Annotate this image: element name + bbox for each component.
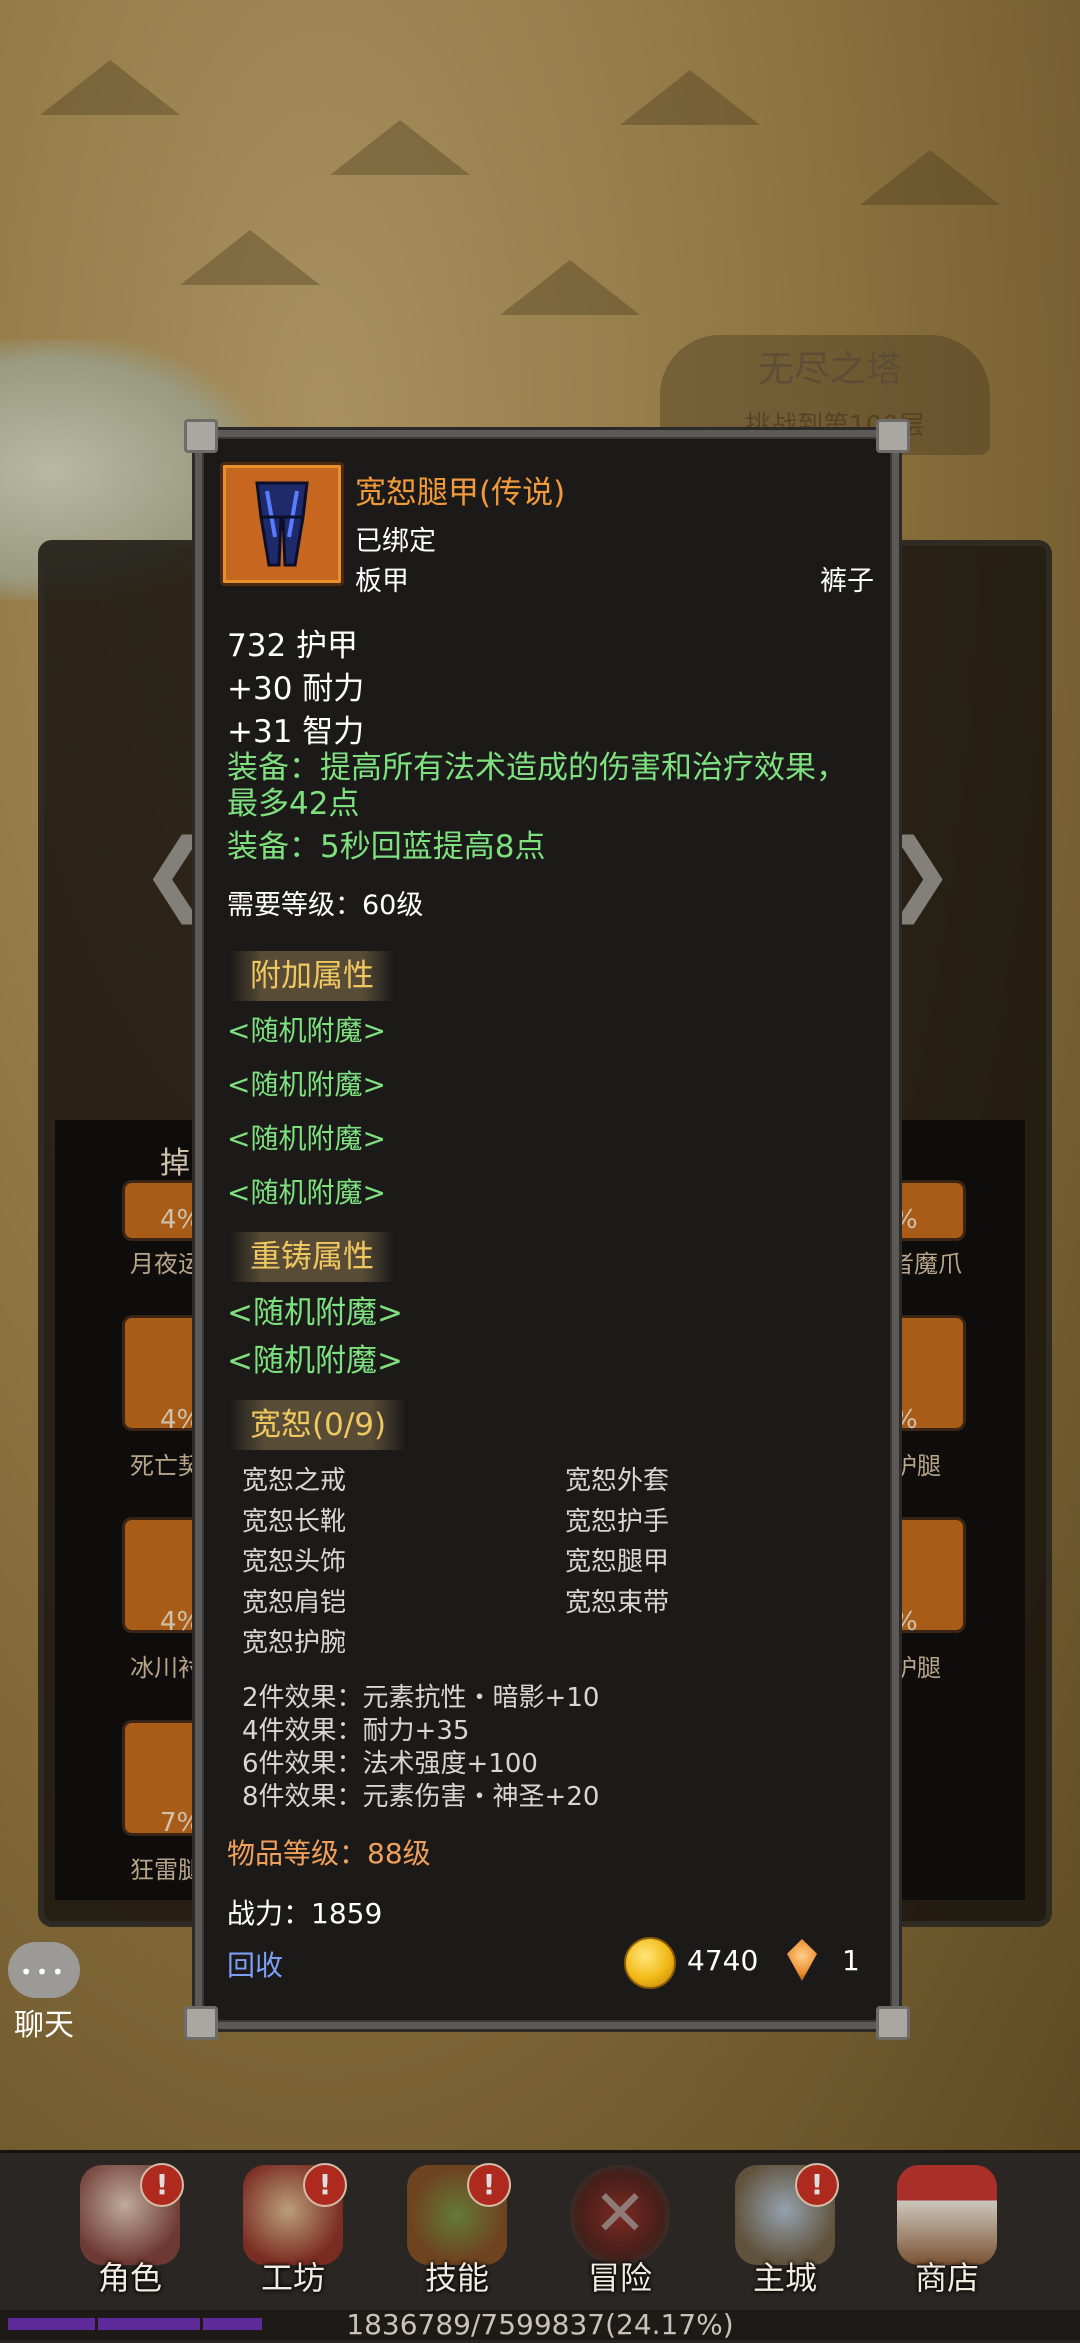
alert-badge-icon: ! <box>140 2163 184 2207</box>
item-level: 物品等级：88级 <box>227 1837 431 1870</box>
nav-adventure[interactable]: ✕ 冒险 <box>555 2165 685 2315</box>
nav-shop[interactable]: 商店 <box>882 2165 1012 2315</box>
map-mountain <box>180 230 320 285</box>
random-enchant: <随机附魔> <box>227 1122 386 1155</box>
set-header: 宽恕(0/9) <box>230 1400 407 1450</box>
set-item: 宽恕外套 <box>565 1466 670 1496</box>
set-item: 宽恕长靴 <box>242 1507 347 1537</box>
chat-bubble-icon: ••• <box>8 1942 80 1998</box>
item-armor-type: 板甲 <box>355 566 409 597</box>
random-enchant: <随机附魔> <box>227 1176 386 1209</box>
item-bound-status: 已绑定 <box>355 526 436 557</box>
nav-label: 工坊 <box>260 2259 325 2297</box>
random-enchant: <随机附魔> <box>227 1343 403 1379</box>
drop-slot-name: 护腿 <box>893 1452 941 1480</box>
skill-book-icon: ! <box>407 2163 511 2265</box>
gem-amount: 1 <box>842 1944 860 1977</box>
nav-label: 商店 <box>914 2259 979 2297</box>
item-tooltip: 宽恕腿甲(传说) 已绑定 板甲 裤子 732 护甲 +30 耐力 +31 智力 … <box>184 419 910 2040</box>
frame-corner <box>184 419 218 453</box>
frame-corner <box>876 419 910 453</box>
extra-attributes-header: 附加属性 <box>230 951 394 1001</box>
set-item: 宽恕腿甲 <box>565 1547 670 1577</box>
nav-workshop[interactable]: ! 工坊 <box>228 2163 358 2315</box>
drop-slot-name: 冰川衬 <box>130 1654 202 1682</box>
nav-character[interactable]: ! 角色 <box>65 2163 195 2315</box>
set-item: 宽恕护腕 <box>242 1628 347 1658</box>
set-item: 宽恕之戒 <box>242 1466 347 1496</box>
combat-power: 战力：1859 <box>227 1897 383 1930</box>
set-item: 宽恕束带 <box>565 1588 670 1618</box>
nav-main-city[interactable]: ! 主城 <box>720 2163 850 2315</box>
nav-label: 主城 <box>752 2259 817 2297</box>
chat-label: 聊天 <box>14 2008 74 2043</box>
nav-label: 技能 <box>424 2259 489 2297</box>
item-slot: 裤子 <box>820 566 874 597</box>
anvil-icon: ! <box>243 2163 347 2265</box>
item-name: 宽恕腿甲(传说) <box>355 475 566 511</box>
castle-icon: ! <box>735 2163 839 2265</box>
set-bonus: 8件效果：元素伤害・神圣+20 <box>242 1782 600 1812</box>
map-mountain <box>860 150 1000 205</box>
nav-label: 角色 <box>97 2259 162 2297</box>
map-mountain <box>500 260 640 315</box>
item-icon <box>220 462 344 586</box>
nav-skills[interactable]: ! 技能 <box>392 2163 522 2315</box>
leggings-icon <box>255 481 309 567</box>
frame-corner <box>184 2006 218 2040</box>
alert-badge-icon: ! <box>467 2163 511 2207</box>
random-enchant: <随机附魔> <box>227 1295 403 1331</box>
chat-button[interactable]: ••• 聊天 <box>4 1942 84 2044</box>
map-mountain <box>40 60 180 115</box>
alert-badge-icon: ! <box>303 2163 347 2207</box>
random-enchant: <随机附魔> <box>227 1068 386 1101</box>
stat-stamina: +30 耐力 <box>227 671 365 707</box>
character-icon: ! <box>80 2163 184 2265</box>
drop-slot-name: 死亡契 <box>130 1452 202 1480</box>
drop-slot-name: 护腿 <box>893 1654 941 1682</box>
set-bonus: 2件效果：元素抗性・暗影+10 <box>242 1683 600 1713</box>
drop-slot-name: 狂雷腿 <box>130 1856 202 1884</box>
drop-slot-name: 者魔爪 <box>890 1250 962 1278</box>
crossed-swords-icon: ✕ <box>570 2165 670 2265</box>
set-bonus: 6件效果：法术强度+100 <box>242 1749 538 1779</box>
random-enchant: <随机附魔> <box>227 1014 386 1047</box>
equip-effect: 装备：5秒回蓝提高8点 <box>227 829 546 865</box>
gold-coin-icon <box>624 1937 676 1989</box>
set-item: 宽恕肩铠 <box>242 1588 347 1618</box>
set-item: 宽恕护手 <box>565 1507 670 1537</box>
experience-bar: 1836789/7599837(24.17%) <box>0 2308 1080 2341</box>
drop-slot-name: 月夜运 <box>130 1250 202 1278</box>
tower-title: 无尽之塔 <box>757 349 902 390</box>
gem-icon <box>787 1939 817 1981</box>
gold-amount: 4740 <box>687 1944 759 1977</box>
recycle-button[interactable]: 回收 <box>227 1944 283 1984</box>
drop-tab[interactable]: 掉 <box>160 1138 190 1182</box>
experience-text: 1836789/7599837(24.17%) <box>346 2308 734 2341</box>
stat-armor: 732 护甲 <box>227 628 359 664</box>
stat-intellect: +31 智力 <box>227 714 365 750</box>
map-mountain <box>620 70 760 125</box>
map-mountain <box>330 120 470 175</box>
shop-stall-icon <box>897 2165 997 2265</box>
reforge-attributes-header: 重铸属性 <box>230 1232 394 1282</box>
required-level: 需要等级：60级 <box>227 890 424 921</box>
nav-label: 冒险 <box>587 2259 652 2297</box>
alert-badge-icon: ! <box>795 2163 839 2207</box>
set-bonus: 4件效果：耐力+35 <box>242 1716 470 1746</box>
set-item: 宽恕头饰 <box>242 1547 347 1577</box>
frame-corner <box>876 2006 910 2040</box>
equip-effect: 装备：提高所有法术造成的伤害和治疗效果，最多42点 <box>227 750 847 822</box>
